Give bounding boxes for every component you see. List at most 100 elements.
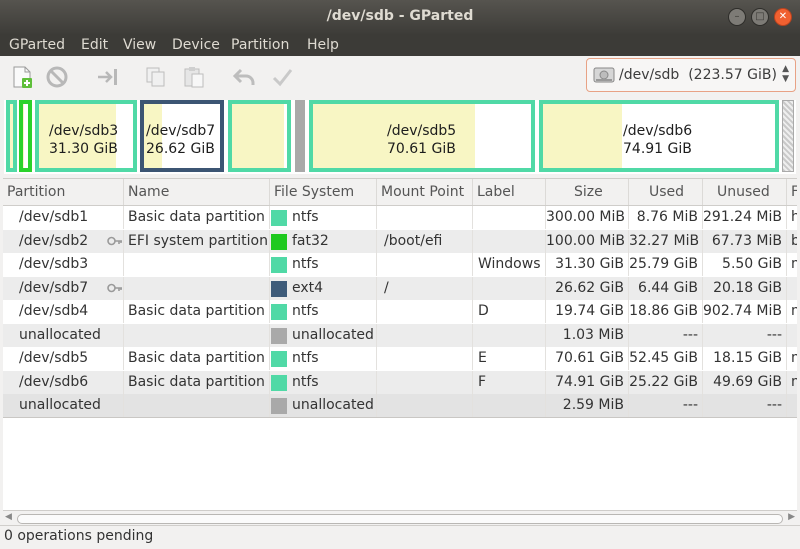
cell-partition-text: unallocated	[19, 397, 101, 413]
col-name[interactable]: Name	[124, 179, 270, 205]
filesystem-color-swatch	[271, 327, 287, 344]
cell-flags	[787, 324, 797, 347]
cell-label	[473, 229, 546, 253]
table-row[interactable]: /dev/sdb2 EFI system partition fat32/boot/…	[3, 229, 797, 253]
cell-filesystem: fat32	[270, 229, 377, 253]
menu-gparted[interactable]: GParted	[9, 37, 65, 53]
scroll-left-icon[interactable]: ◀	[5, 512, 12, 522]
scrollbar-track[interactable]	[17, 514, 783, 524]
mounted-key-icon	[107, 283, 122, 292]
cell-mount-point	[377, 370, 473, 394]
col-flags[interactable]: Flags	[787, 179, 797, 205]
cell-mount-point	[377, 300, 473, 323]
col-partition[interactable]: Partition	[3, 179, 124, 205]
cell-filesystem-text: fat32	[292, 232, 329, 249]
resize-move-icon[interactable]	[96, 65, 120, 89]
cell-size: 70.61 GiB	[546, 347, 629, 370]
cell-partition-text: /dev/sdb7	[19, 279, 89, 296]
paste-icon[interactable]	[182, 65, 206, 89]
menu-edit[interactable]: Edit	[81, 37, 108, 53]
cell-filesystem: unallocated	[270, 323, 377, 347]
cell-partition-text: /dev/sdb4	[19, 303, 89, 319]
status-bar: 0 operations pending	[0, 525, 800, 549]
diskmap-sdb5[interactable]: /dev/sdb5 70.61 GiB	[309, 100, 535, 172]
cell-filesystem: ntfs	[270, 300, 377, 323]
device-selector[interactable]: /dev/sdb (223.57 GiB) ▲ ▼	[586, 58, 796, 92]
cell-used-text: 8.76 MiB	[636, 209, 698, 225]
cell-filesystem: ext4	[270, 276, 377, 300]
cell-label	[473, 276, 546, 300]
copy-icon[interactable]	[144, 65, 168, 89]
partition-table: Partition Name File System Mount Point L…	[3, 178, 797, 511]
close-button[interactable]: ✕	[774, 8, 792, 26]
menu-help[interactable]: Help	[307, 37, 339, 53]
menu-partition[interactable]: Partition	[231, 37, 289, 53]
cell-unused-text: ---	[766, 397, 782, 413]
col-mount-point[interactable]: Mount Point	[377, 179, 473, 205]
cell-unused-text: 67.73 MiB	[711, 232, 782, 249]
undo-icon[interactable]	[232, 65, 256, 89]
maximize-button[interactable]: □	[751, 8, 769, 26]
diskmap-sdb2[interactable]	[19, 100, 32, 172]
table-row[interactable]: /dev/sdb7 ext4 / 26.62 GiB 6.44 GiB 20.18 GiB	[3, 276, 797, 300]
chevron-updown-icon: ▲ ▼	[782, 64, 789, 84]
cell-flags	[787, 277, 797, 300]
cell-used-text: 32.27 MiB	[629, 232, 700, 249]
col-label[interactable]: Label	[473, 179, 546, 205]
new-partition-icon[interactable]	[10, 65, 34, 89]
col-used[interactable]: Used	[629, 179, 703, 205]
cell-used: 25.22 GiB	[629, 370, 703, 394]
filesystem-color-swatch	[271, 374, 287, 391]
cell-filesystem-text: ntfs	[292, 256, 319, 272]
table-row[interactable]: unallocated unallocated 2.59 MiB --- ---	[3, 394, 797, 418]
table-row[interactable]: unallocated unallocated 1.03 MiB --- ---	[3, 323, 797, 347]
cell-mount-point-text: /boot/efi	[384, 232, 443, 249]
horizontal-scrollbar[interactable]: ◀ ▶	[3, 510, 797, 525]
cell-flags: boot	[787, 230, 797, 253]
cell-filesystem-text: ntfs	[292, 303, 319, 319]
delete-partition-icon[interactable]	[45, 65, 69, 89]
cell-label-text: F	[478, 373, 487, 390]
window-title: /dev/sdb - GParted	[326, 8, 474, 24]
cell-unused-text: 902.74 MiB	[703, 303, 783, 319]
filesystem-color-swatch	[271, 257, 287, 273]
table-row[interactable]: /dev/sdb4 Basic data partition ntfs D 19.74 …	[3, 300, 797, 323]
cell-unused-text: 20.18 GiB	[713, 279, 782, 296]
cell-filesystem-text: ntfs	[292, 373, 319, 390]
table-row[interactable]: /dev/sdb6 Basic data partition ntfs F 74.91 …	[3, 370, 797, 394]
cell-mount-point: /	[377, 276, 473, 300]
cell-flags-text: boot	[791, 233, 797, 249]
diskmap-unallocated[interactable]	[295, 100, 305, 172]
cell-filesystem-text: ntfs	[292, 350, 319, 366]
diskmap-sdb4[interactable]	[228, 100, 291, 172]
minimize-button[interactable]: –	[728, 8, 746, 26]
cell-mount-point	[377, 347, 473, 370]
table-row[interactable]: /dev/sdb1 Basic data partition ntfs 300.00 …	[3, 206, 797, 229]
cell-partition: unallocated	[3, 323, 124, 347]
diskmap-sdb6[interactable]: /dev/sdb6 74.91 GiB	[539, 100, 779, 172]
col-unused[interactable]: Unused	[703, 179, 787, 205]
cell-size: 300.00 MiB	[546, 206, 629, 229]
cell-unused-text: ---	[766, 326, 782, 343]
table-row[interactable]: /dev/sdb3 ntfs Windows 31.30 GiB 25.79 GiB 5.…	[3, 253, 797, 276]
cell-filesystem: unallocated	[270, 394, 377, 417]
cell-name: Basic data partition	[124, 206, 270, 229]
table-row[interactable]: /dev/sdb5 Basic data partition ntfs E 70.61 …	[3, 347, 797, 370]
diskmap-unallocated-end[interactable]	[782, 100, 794, 172]
col-size[interactable]: Size	[546, 179, 629, 205]
hard-disk-icon	[593, 67, 615, 83]
diskmap-sdb3[interactable]: /dev/sdb3 31.30 GiB	[35, 100, 137, 172]
operations-pending: 0 operations pending	[4, 528, 154, 544]
col-filesystem[interactable]: File System	[270, 179, 377, 205]
menu-device[interactable]: Device	[172, 37, 220, 53]
scroll-right-icon[interactable]: ▶	[788, 512, 795, 522]
cell-name: Basic data partition	[124, 370, 270, 394]
cell-name	[124, 394, 270, 417]
menu-view[interactable]: View	[123, 37, 156, 53]
diskmap-sdb7[interactable]: /dev/sdb7 26.62 GiB	[140, 100, 224, 172]
cell-used-text: ---	[682, 397, 698, 413]
apply-icon[interactable]	[270, 65, 294, 89]
cell-filesystem-text: unallocated	[292, 397, 374, 413]
diskmap-sdb1[interactable]	[6, 100, 17, 172]
cell-mount-point-text: /	[384, 279, 389, 296]
